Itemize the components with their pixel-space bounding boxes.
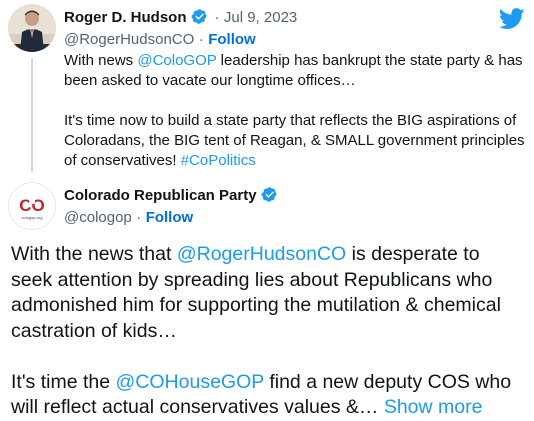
tweet2-handle[interactable]: @cologop [64,209,132,226]
tweet2-handle-dot: · [136,209,142,226]
tweet2-paragraph-1: With the news that @RogerHudsonCO is des… [11,242,526,344]
show-more-link[interactable]: Show more [384,396,483,418]
tweet1-date[interactable]: Jul 9, 2023 [224,9,297,26]
tweet1-p2-text: It's time now to build a state party tha… [64,112,525,169]
tweet1-body: With news @ColoGOP leadership has bankru… [64,51,526,171]
thread-connector-line [31,58,33,172]
verified-badge-icon [191,8,208,25]
cologop-logo-icon: CO cologop.org [9,183,55,229]
tweet1-author-name[interactable]: Roger D. Hudson [64,9,187,26]
avatar-photo-icon [8,4,56,52]
tweet2-mention-rogerhudsonco[interactable]: @RogerHudsonCO [177,243,346,265]
tweet1-follow-link[interactable]: Follow [208,31,256,48]
tweet2-mention-cohousegop[interactable]: @COHouseGOP [116,371,264,393]
tweet1-mention-cologop[interactable]: @ColoGOP [137,52,216,69]
tweet1-hashtag-copolitics[interactable]: #CoPolitics [181,152,256,169]
tweet2-p2-text-a: It's time the [11,370,116,393]
tweet2-p1-text-a: With the news that [11,243,177,265]
roger-hudson-avatar[interactable] [8,4,56,52]
tweet1-dot-separator: · [214,9,220,26]
tweet1-paragraph-1: With news @ColoGOP leadership has bankru… [64,51,526,91]
tweet2-body: With the news that @RogerHudsonCO is des… [11,242,526,421]
tweet1-header: Roger D. Hudson · Jul 9, 2023 [64,8,484,27]
tweet2-header: Colorado Republican Party [64,186,278,205]
tweet1-p1-text-a: With news [64,52,138,69]
avatar-subtext: cologop.org [22,215,43,220]
twitter-bird-icon[interactable] [498,8,525,30]
verified-badge-icon [261,186,278,203]
tweet1-handle[interactable]: @RogerHudsonCO [64,31,194,48]
cologop-avatar[interactable]: CO cologop.org [8,182,56,230]
tweet1-handle-dot: · [198,31,204,48]
tweet1-handle-row: @RogerHudsonCO · Follow [64,31,256,49]
tweet1-paragraph-2: It's time now to build a state party tha… [64,111,526,171]
tweet2-follow-link[interactable]: Follow [146,209,194,226]
tweet2-author-name[interactable]: Colorado Republican Party [64,187,257,204]
tweet2-handle-row: @cologop · Follow [64,209,193,227]
